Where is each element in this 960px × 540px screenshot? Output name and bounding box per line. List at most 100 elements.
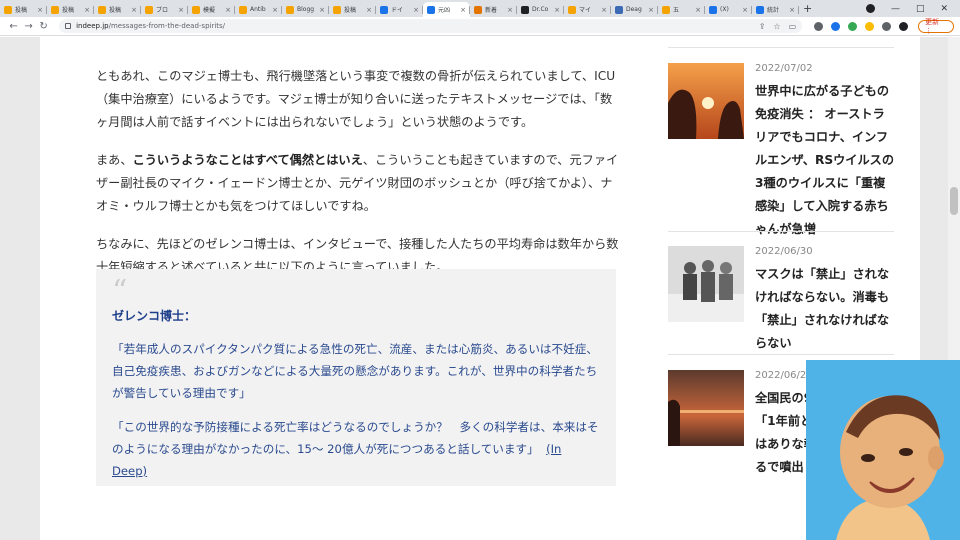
browser-tab[interactable]: 模擬 ×	[188, 2, 235, 17]
new-tab-button[interactable]: +	[803, 2, 812, 15]
browser-tab[interactable]: 元凶 ×	[423, 2, 470, 17]
tab-close-icon[interactable]: ×	[225, 6, 231, 14]
tab-label: 投稿	[15, 7, 28, 14]
tab-favicon-icon	[709, 5, 717, 14]
browser-toolbar: ← → ↻ indeep.jp /messages-from-the-dead-…	[0, 17, 960, 36]
tab-list: 投稿 × 投稿 × 投稿 × ブロ × 模擬 × Antib × Blogg × 投稿 × ドイ × 元凶 × 新着 × D…	[0, 0, 799, 17]
divider	[668, 231, 894, 232]
address-bar[interactable]: indeep.jp /messages-from-the-dead-spirit…	[59, 19, 803, 33]
close-window-icon[interactable]: ✕	[940, 4, 948, 14]
tab-close-icon[interactable]: ×	[366, 6, 372, 14]
extension-icon[interactable]	[848, 21, 858, 31]
tab-close-icon[interactable]: ×	[37, 6, 43, 14]
tab-close-icon[interactable]: ×	[84, 6, 90, 14]
tab-favicon-icon	[192, 5, 200, 14]
browser-tab[interactable]: Blogg ×	[282, 2, 329, 17]
browser-tab[interactable]: (X) ×	[705, 2, 752, 17]
tab-close-icon[interactable]: ×	[742, 6, 748, 14]
post-date: 2022/06/28	[755, 370, 813, 381]
tab-label: (X)	[720, 6, 729, 13]
webcam-overlay	[806, 360, 960, 540]
post-date: 2022/07/02	[755, 63, 813, 74]
lock-icon	[65, 23, 72, 29]
tab-close-icon[interactable]: ×	[601, 6, 607, 14]
cast-icon[interactable]: ▭	[789, 22, 797, 31]
tab-label: 投稿	[62, 7, 75, 14]
sidebar-post[interactable]: 2022/07/02 世界中に広がる子どもの免疫消失 ： オーストラリアでもコロ…	[668, 63, 908, 243]
back-icon[interactable]: ←	[6, 21, 21, 32]
tab-favicon-icon	[286, 5, 294, 14]
tab-close-icon[interactable]: ×	[413, 6, 419, 14]
puzzle-icon[interactable]	[882, 21, 892, 31]
tab-close-icon[interactable]: ×	[131, 6, 137, 14]
tab-favicon-icon	[239, 5, 247, 14]
tab-label: マイ	[579, 7, 592, 14]
tab-close-icon[interactable]: ×	[507, 6, 513, 14]
divider	[668, 47, 894, 48]
browser-tab[interactable]: Dr.Co ×	[517, 2, 564, 17]
minimize-icon[interactable]: —	[891, 4, 900, 14]
reload-icon[interactable]: ↻	[36, 21, 51, 32]
tab-label: 模擬	[203, 7, 216, 14]
sidebar-post[interactable]: 2022/06/30 マスクは「禁止」されなければならない。消毒も「禁止」されな…	[668, 246, 908, 350]
tab-favicon-icon	[145, 5, 153, 14]
tab-close-icon[interactable]: ×	[272, 6, 278, 14]
browser-tab[interactable]: 投稿 ×	[94, 2, 141, 17]
window-controls: — □ ✕	[865, 3, 960, 14]
quote-mark-icon: “	[112, 274, 128, 309]
tab-favicon-icon	[427, 5, 435, 14]
browser-tab[interactable]: 新着 ×	[470, 2, 517, 17]
browser-tab[interactable]: 五 ×	[658, 2, 705, 17]
quote-speaker: ゼレンコ博士：	[112, 309, 197, 323]
share-icon[interactable]: ⇪	[759, 22, 766, 31]
avatar[interactable]	[899, 21, 909, 31]
browser-tab[interactable]: Deag ×	[611, 2, 658, 17]
blockquote: “ ゼレンコ博士： 「若年成人のスパイクタンパク質による急性の死亡、流産、または…	[96, 269, 616, 486]
tab-label: ブロ	[156, 7, 169, 14]
tab-close-icon[interactable]: ×	[789, 6, 795, 14]
bold-text: こういうようなことはすべて偶然とはいえ	[132, 153, 363, 167]
post-thumbnail[interactable]	[668, 63, 744, 139]
quote-paragraph: 「若年成人のスパイクタンパク質による急性の死亡、流産、または心筋炎、あるいは不妊…	[112, 342, 598, 400]
browser-tab[interactable]: Antib ×	[235, 2, 282, 17]
browser-tab[interactable]: マイ ×	[564, 2, 611, 17]
tab-favicon-icon	[4, 5, 12, 14]
update-button[interactable]: 更新 ⋮	[918, 18, 954, 35]
tab-close-icon[interactable]: ×	[648, 6, 654, 14]
tab-favicon-icon	[615, 5, 623, 14]
tab-favicon-icon	[521, 5, 529, 14]
post-thumbnail[interactable]	[668, 246, 744, 322]
tab-close-icon[interactable]: ×	[695, 6, 701, 14]
article-paragraph: ともあれ、このマジェ博士も、飛行機墜落という事変で複数の骨折が伝えられていまして…	[96, 69, 616, 129]
tab-close-icon[interactable]: ×	[178, 6, 184, 14]
tab-favicon-icon	[380, 5, 388, 14]
tab-close-icon[interactable]: ×	[460, 6, 466, 14]
tab-favicon-icon	[51, 5, 59, 14]
forward-icon[interactable]: →	[21, 21, 36, 32]
tab-close-icon[interactable]: ×	[319, 6, 325, 14]
text-span: 「この世界的な予防接種による死亡率はどうなるのでしょうか？ 多くの科学者は、本来…	[112, 420, 599, 456]
extension-icon[interactable]	[814, 21, 824, 31]
post-date: 2022/06/30	[755, 246, 813, 257]
browser-tab[interactable]: 投稿 ×	[0, 2, 47, 17]
tab-close-icon[interactable]: ×	[554, 6, 560, 14]
post-title[interactable]: マスクは「禁止」されなければならない。消毒も「禁止」されなければならない	[755, 263, 895, 355]
browser-tab[interactable]: ブロ ×	[141, 2, 188, 17]
post-thumbnail[interactable]	[668, 370, 744, 446]
article-paragraph: まあ、こういうようなことはすべて偶然とはいえ、こういうことも起きていますので、元…	[96, 149, 621, 218]
maximize-icon[interactable]: □	[916, 4, 925, 14]
post-title[interactable]: 世界中に広がる子どもの免疫消失 ： オーストラリアでもコロナ、インフルエンザ、R…	[755, 80, 895, 241]
quote-paragraph: 「この世界的な予防接種による死亡率はどうなるのでしょうか？ 多くの科学者は、本来…	[112, 416, 600, 482]
browser-tab[interactable]: 統計 ×	[752, 2, 799, 17]
extension-icon[interactable]	[865, 21, 875, 31]
tab-label: ドイ	[391, 7, 404, 14]
page-background	[0, 37, 40, 540]
browser-tab[interactable]: ドイ ×	[376, 2, 423, 17]
browser-tab[interactable]: 投稿 ×	[47, 2, 94, 17]
url-host: indeep.jp	[76, 22, 109, 30]
scrollbar-thumb[interactable]	[950, 187, 958, 215]
browser-tab[interactable]: 投稿 ×	[329, 2, 376, 17]
bookmark-star-icon[interactable]: ☆	[773, 22, 780, 31]
extension-icon[interactable]	[831, 21, 841, 31]
profile-icon[interactable]	[865, 3, 875, 13]
